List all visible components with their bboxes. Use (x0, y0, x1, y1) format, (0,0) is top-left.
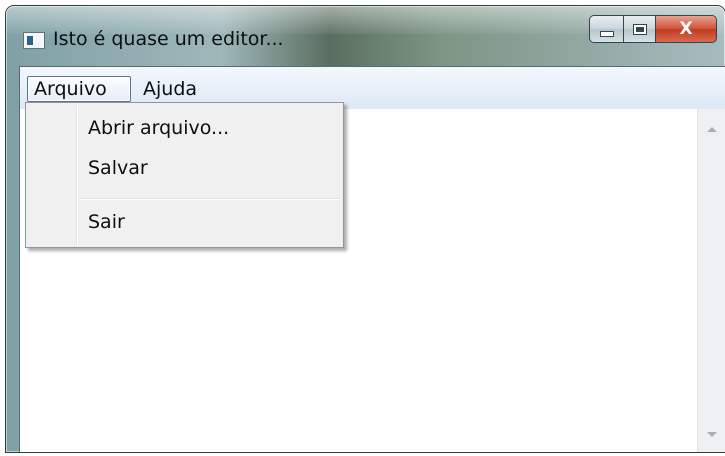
arquivo-dropdown-menu: Abrir arquivo... Salvar Sair (25, 102, 344, 248)
scroll-up-arrow-icon[interactable] (707, 127, 717, 132)
menu-arquivo[interactable]: Arquivo (27, 76, 131, 102)
vertical-scrollbar[interactable] (697, 109, 725, 452)
close-button[interactable]: X (655, 15, 717, 43)
close-icon: X (679, 19, 693, 39)
menu-icon-gutter (26, 103, 76, 247)
minimize-icon (599, 30, 614, 37)
maximize-button[interactable] (623, 15, 655, 43)
title-bar[interactable]: Isto é quase um editor... X (6, 6, 725, 66)
minimize-button[interactable] (589, 15, 623, 43)
menu-item-sair[interactable]: Sair (88, 211, 125, 233)
maximize-icon (632, 23, 647, 35)
menu-item-salvar[interactable]: Salvar (88, 157, 148, 179)
scroll-down-arrow-icon[interactable] (707, 432, 717, 437)
caption-buttons: X (589, 15, 717, 43)
window-title: Isto é quase um editor... (53, 28, 284, 50)
app-icon[interactable] (23, 32, 45, 49)
menu-separator (81, 198, 340, 200)
menu-item-abrir-arquivo[interactable]: Abrir arquivo... (88, 117, 229, 139)
gutter-divider (76, 105, 78, 245)
menu-ajuda[interactable]: Ajuda (137, 76, 203, 102)
